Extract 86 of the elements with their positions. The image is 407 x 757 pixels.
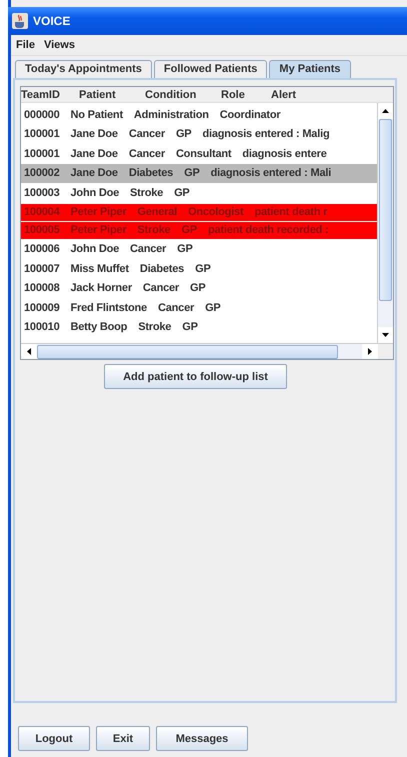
table-cell: General <box>137 206 177 218</box>
table-cell: diagnosis entered : Malig <box>202 128 330 140</box>
right-arrow-icon <box>368 348 372 355</box>
table-cell: GP <box>182 321 198 334</box>
list-row[interactable]: 100010 Betty Boop Stroke GP <box>21 318 377 337</box>
table-cell: 100009 <box>24 302 60 314</box>
table-cell: 100006 <box>24 243 60 256</box>
table-cell: Peter Piper <box>70 206 126 218</box>
table-cell: Jack Horner <box>70 282 132 294</box>
table-cell: John Doe <box>70 243 120 256</box>
table-cell: patient death recorded : <box>208 224 328 236</box>
table-cell: 100007 <box>24 262 60 275</box>
table-cell: diagnosis entered : Mali <box>210 167 332 180</box>
table-cell: diagnosis entere <box>242 148 327 160</box>
window-title: VOICE <box>33 14 70 28</box>
list-row[interactable]: 100009 Fred Flintstone Cancer GP <box>21 298 377 318</box>
list-row[interactable]: 100008 Jack Horner Cancer GP <box>21 278 377 298</box>
table-cell: Cancer <box>158 302 194 314</box>
down-arrow-icon <box>382 333 389 337</box>
table-cell: Cancer <box>142 282 180 294</box>
column-header: Alert <box>271 88 296 100</box>
list-row[interactable]: 100001 Jane Doe Cancer GP diagnosis entered : Malig <box>21 124 377 144</box>
list-row[interactable]: 100007 Miss Muffet Diabetes GP <box>21 259 377 278</box>
table-cell: Cancer <box>128 128 165 140</box>
table-cell: Jane Doe <box>70 167 118 180</box>
menu-item[interactable]: File <box>16 39 35 51</box>
table-cell: Miss Muffet <box>70 262 129 275</box>
table-cell: GP <box>176 128 192 140</box>
column-header: TeamID <box>21 88 61 100</box>
vertical-scrollbar[interactable] <box>377 103 393 343</box>
table-cell: Diabetes <box>140 262 184 275</box>
table-cell: 100002 <box>24 167 60 180</box>
table-cell: 100005 <box>24 224 60 236</box>
table-cell: Cancer <box>128 148 165 160</box>
table-cell: 000000 <box>24 108 60 121</box>
list-row[interactable]: 100002 Jane Doe Diabetes GP diagnosis entered : Mali <box>21 164 377 183</box>
table-cell: 100008 <box>24 282 60 294</box>
list-row[interactable]: 000000 No Patient Administration Coordinator <box>21 105 377 124</box>
tab[interactable]: Followed Patients <box>154 60 268 79</box>
scrollbar-corner <box>378 344 393 359</box>
table-cell: Stroke <box>138 321 172 334</box>
table-cell: No Patient <box>70 108 123 121</box>
table-cell: GP <box>174 186 190 199</box>
table-cell: Cancer <box>130 243 166 256</box>
list-row[interactable]: 100001 Jane Doe Cancer Consultant diagnosis entere <box>21 144 377 164</box>
table-cell: GP <box>205 302 221 314</box>
column-header: Role <box>221 88 246 100</box>
table-cell: Stroke <box>137 224 170 236</box>
table-cell: Administration <box>134 108 209 121</box>
table-cell: GP <box>177 243 193 256</box>
table-cell: GP <box>184 167 200 180</box>
add-patient-button[interactable]: Add patient to follow-up list <box>104 364 287 389</box>
footer-button[interactable]: Exit <box>96 726 150 751</box>
cup-icon <box>12 13 28 29</box>
tab[interactable]: Today's Appointments <box>15 60 152 79</box>
tab[interactable]: My Patients <box>269 60 351 79</box>
table-cell: Stroke <box>130 186 164 199</box>
horizontal-scrollbar[interactable] <box>21 343 393 359</box>
table-cell: Coordinator <box>220 108 280 121</box>
menu-item[interactable]: Views <box>44 39 75 51</box>
up-arrow-icon <box>382 109 389 113</box>
table-cell: GP <box>195 262 211 275</box>
left-arrow-icon <box>27 348 31 355</box>
table-cell: 100003 <box>24 186 60 199</box>
table-cell: Jane Doe <box>70 128 118 140</box>
table-cell: 100004 <box>24 206 60 218</box>
table-cell: Betty Boop <box>70 321 128 334</box>
column-header: Condition <box>145 88 198 100</box>
table-cell: GP <box>190 282 206 294</box>
footer-button[interactable]: Logout <box>18 726 90 751</box>
table-cell: Diabetes <box>128 167 174 180</box>
table-cell: Peter Piper <box>70 224 126 236</box>
column-header: Patient <box>79 88 117 100</box>
table-cell: John Doe <box>70 186 120 199</box>
table-cell: 100001 <box>24 148 60 160</box>
table-cell: 100010 <box>24 321 60 334</box>
table-cell: GP <box>181 224 197 236</box>
table-cell: Consultant <box>176 148 232 160</box>
footer-button[interactable]: Messages <box>156 726 248 751</box>
table-cell: patient death r <box>254 206 328 218</box>
table-cell: Jane Doe <box>70 148 118 160</box>
table-cell: Fred Flintstone <box>70 302 147 314</box>
table-cell: 100001 <box>24 128 60 140</box>
table-cell: Oncologist <box>188 206 244 218</box>
list-row[interactable]: 100006 John Doe Cancer GP <box>21 240 377 259</box>
list-row[interactable]: 100003 John Doe Stroke GP <box>21 183 377 202</box>
